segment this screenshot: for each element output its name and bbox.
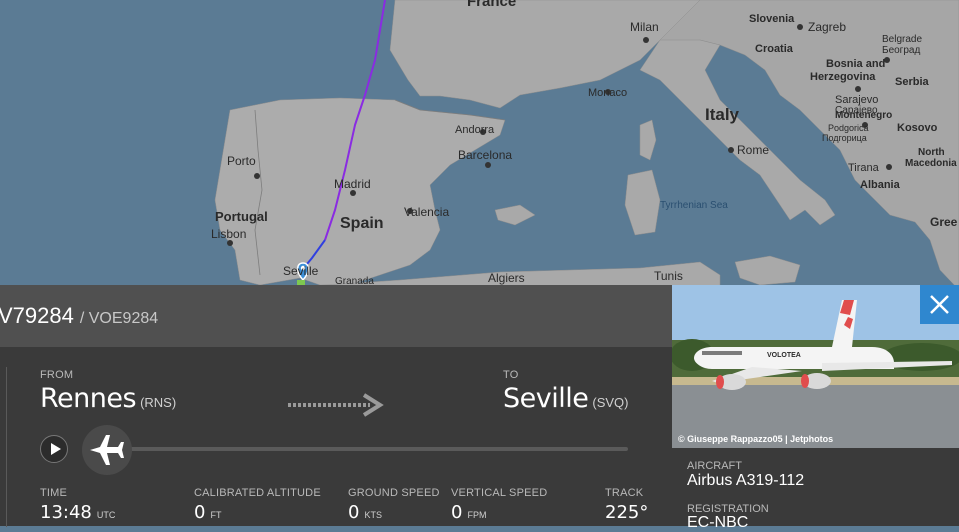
aircraft-info-panel: AIRCRAFT Airbus A319-112 REGISTRATION EC… <box>672 448 959 531</box>
track-label: TRACK <box>605 487 644 499</box>
time-number: 13:48 <box>40 502 92 523</box>
vertical-speed-unit: FPM <box>467 510 487 520</box>
time-label: TIME <box>40 487 68 499</box>
altitude-unit: FT <box>210 510 222 520</box>
airplane-icon <box>90 435 124 465</box>
vertical-speed-value: 0 FPM <box>451 502 486 523</box>
map-label-porto: Porto <box>227 154 256 168</box>
flight-callsign: V79284 <box>0 303 74 328</box>
map-label-milan: Milan <box>630 20 659 34</box>
altitude-value: 0 FT <box>194 502 221 523</box>
flight-header: V79284 / VOE9284 <box>0 285 672 347</box>
map-label-madrid: Madrid <box>334 177 371 191</box>
close-button[interactable] <box>920 285 959 324</box>
from-label: FROM <box>40 369 74 381</box>
origin-city[interactable]: Rennes (RNS) <box>40 383 176 414</box>
map-label-italy: Italy <box>705 105 740 124</box>
map-label-belgrade: Belgrade <box>882 34 922 45</box>
map-label-podgorica: Podgorica <box>828 123 869 133</box>
map-label-greece: Gree <box>930 215 958 229</box>
city-dot-zagreb <box>797 24 803 30</box>
ground-speed-unit: KTS <box>364 510 382 520</box>
map-label-spain: Spain <box>340 215 384 232</box>
playback-progress-bar[interactable] <box>108 447 628 451</box>
divider <box>6 367 7 527</box>
aircraft-label: AIRCRAFT <box>687 460 742 472</box>
city-dot-barcelona <box>485 162 491 168</box>
map-label-sarajevo-cyr: Сарајево <box>835 105 878 116</box>
map-label-barcelona: Barcelona <box>458 148 512 162</box>
map-label-belgrade-cyr: Београд <box>882 45 920 56</box>
flight-map[interactable]: France Spain Portugal Italy Slovenia Cro… <box>0 0 959 290</box>
map-label-slovenia: Slovenia <box>749 13 795 25</box>
city-dot-porto <box>254 173 260 179</box>
city-dot-rome <box>728 147 734 153</box>
altitude-label: CALIBRATED ALTITUDE <box>194 487 321 499</box>
ground-speed-number: 0 <box>348 502 360 523</box>
vertical-speed-number: 0 <box>451 502 463 523</box>
origin-city-name: Rennes <box>40 383 137 414</box>
map-label-france: France <box>467 0 516 10</box>
time-value: 13:48 UTC <box>40 502 115 523</box>
photo-credit[interactable]: © Giuseppe Rappazzo05 | Jetphotos <box>678 434 833 444</box>
city-dot-tirana <box>886 164 892 170</box>
time-unit: UTC <box>96 510 116 520</box>
ground-speed-label: GROUND SPEED <box>348 487 440 499</box>
aircraft-photo-image: VOLOTEA <box>672 285 959 448</box>
map-label-tyrrhenian: Tyrrhenian Sea <box>660 200 728 211</box>
aircraft-photo[interactable]: VOLOTEA <box>672 285 959 448</box>
to-label: TO <box>503 369 519 381</box>
map-label-valencia: Valencia <box>404 205 449 219</box>
altitude-number: 0 <box>194 502 206 523</box>
vertical-speed-label: VERTICAL SPEED <box>451 487 548 499</box>
map-label-croatia: Croatia <box>755 43 794 55</box>
destination-city[interactable]: Seville (SVQ) <box>503 383 628 414</box>
livery-text: VOLOTEA <box>767 352 801 359</box>
map-label-podgorica-cyr: Подгорица <box>822 133 867 143</box>
map-label-monaco: Monaco <box>588 87 627 99</box>
map-label-macedonia: Macedonia <box>905 158 957 169</box>
map-label-tirana: Tirana <box>848 162 880 174</box>
map-label-lisbon: Lisbon <box>211 227 246 241</box>
flight-callsign-row: V79284 / VOE9284 <box>0 303 158 329</box>
map-label-andorra: Andorra <box>455 124 495 136</box>
track-value: 225° <box>605 502 649 523</box>
map-label-zagreb: Zagreb <box>808 20 846 34</box>
map-label-north: North <box>918 147 945 158</box>
city-dot-sarajevo <box>855 86 861 92</box>
map-label-kosovo: Kosovo <box>897 122 938 134</box>
map-label-herzegovina: Herzegovina <box>810 71 876 83</box>
city-dot-milan <box>643 37 649 43</box>
flight-details: FROM Rennes (RNS) TO Seville (SVQ) TIME 13… <box>0 347 672 527</box>
flight-alt-callsign: / VOE9284 <box>79 310 159 327</box>
map-label-algiers: Algiers <box>488 271 525 285</box>
registration-value[interactable]: EC-NBC <box>687 514 748 532</box>
map-label-rome: Rome <box>737 143 769 157</box>
map-label-portugal: Portugal <box>215 209 268 224</box>
playback-handle[interactable] <box>82 425 132 475</box>
destination-city-name: Seville <box>503 383 589 414</box>
close-icon <box>930 295 949 314</box>
origin-code: (RNS) <box>140 395 177 410</box>
map-label-bosnia: Bosnia and <box>826 58 885 70</box>
map-label-serbia: Serbia <box>895 76 930 88</box>
map-label-tunis: Tunis <box>654 269 683 283</box>
destination-code: (SVQ) <box>592 395 629 410</box>
play-icon[interactable] <box>40 435 68 463</box>
map-label-seville: Seville <box>283 264 319 278</box>
flight-info-panel: V79284 / VOE9284 FROM Rennes (RNS) TO Sevi… <box>0 285 672 527</box>
aircraft-value[interactable]: Airbus A319-112 <box>687 472 804 490</box>
map-label-albania: Albania <box>860 179 901 191</box>
ground-speed-value: 0 KTS <box>348 502 382 523</box>
arrow-right-icon <box>288 393 384 417</box>
